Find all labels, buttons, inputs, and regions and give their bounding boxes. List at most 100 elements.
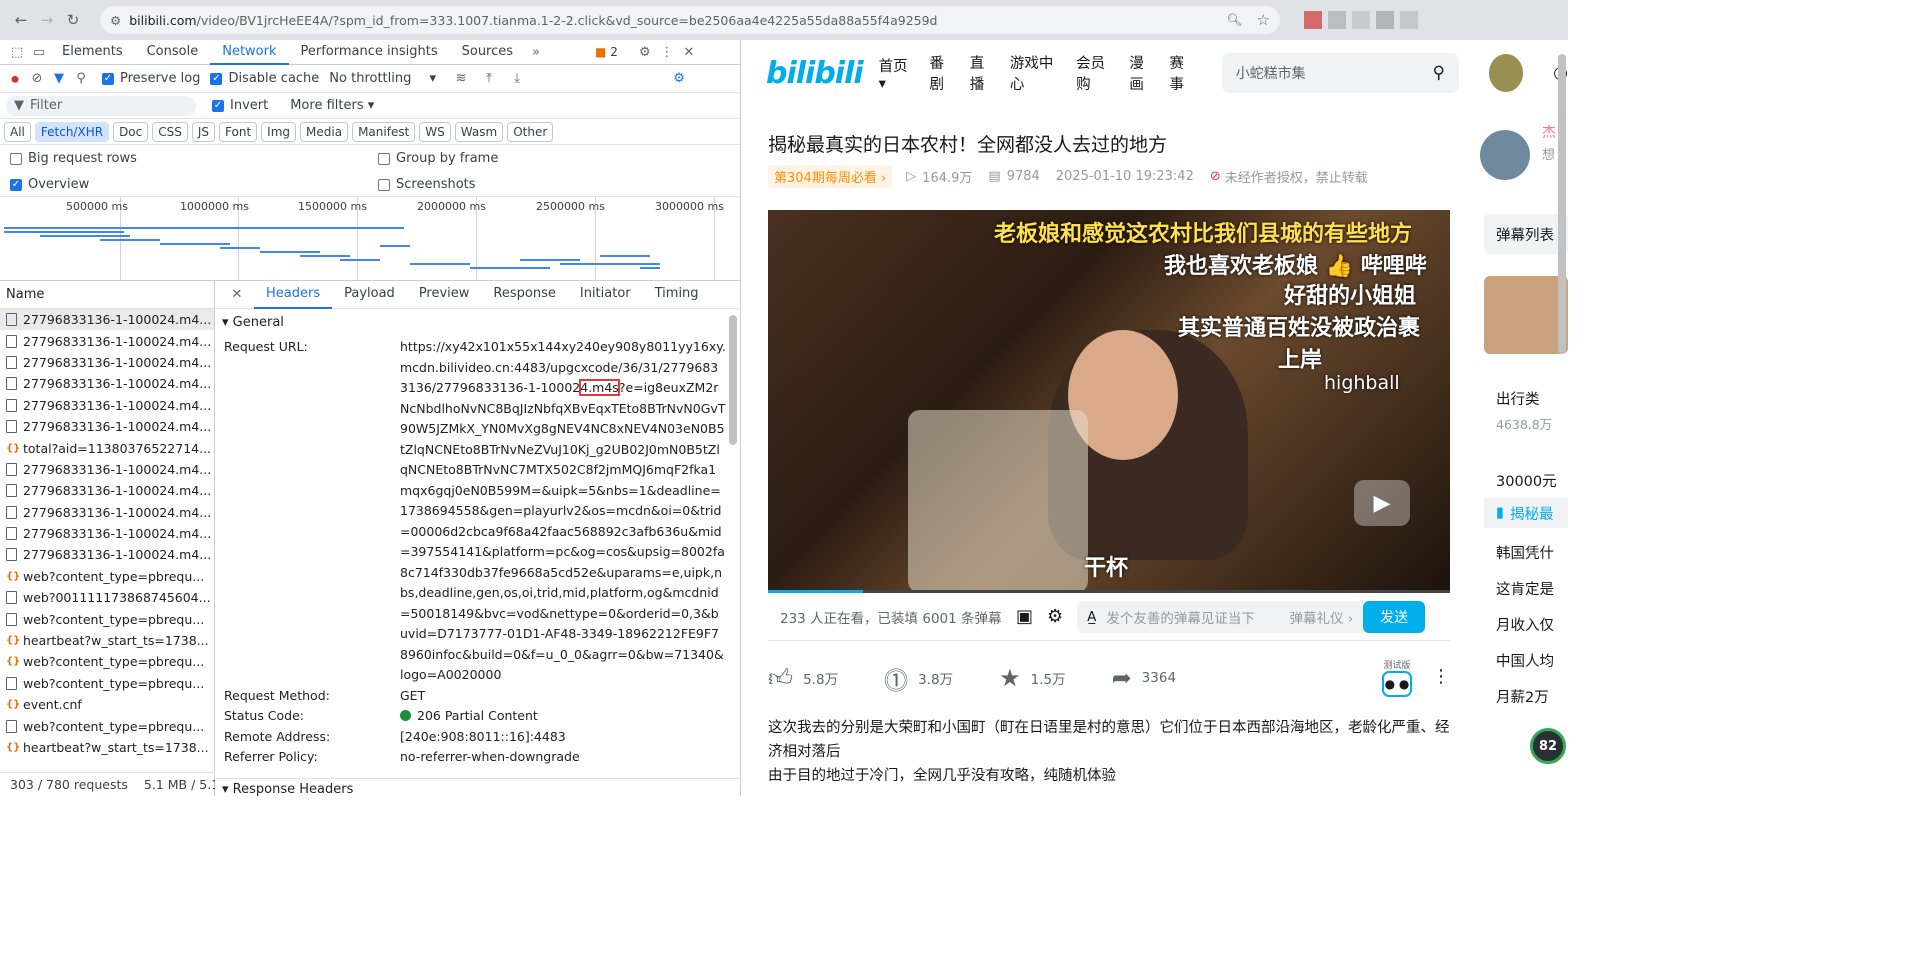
search-icon[interactable]: ⚲ bbox=[70, 68, 92, 90]
coin-button[interactable]: ⓵ 3.8万 bbox=[884, 661, 953, 696]
request-row[interactable]: {} web?content_type=pbrequ... bbox=[0, 651, 214, 672]
type-filter-all[interactable]: All bbox=[4, 121, 31, 142]
tab-network[interactable]: Network bbox=[210, 40, 289, 65]
tab-timing[interactable]: Timing bbox=[643, 282, 711, 307]
nav-home[interactable]: 首页 ▾ bbox=[879, 55, 916, 92]
network-conditions-icon[interactable]: ≋ bbox=[450, 68, 472, 90]
danmaku-input[interactable]: A̲ 发个友善的弹幕见证当下 弹幕礼仪 › bbox=[1077, 600, 1364, 633]
related-item[interactable]: 韩国凭什 bbox=[1496, 542, 1554, 563]
related-item[interactable]: 月收入仅 bbox=[1496, 614, 1554, 635]
reload-icon[interactable]: ↻ bbox=[60, 7, 86, 33]
extension-icon[interactable] bbox=[1304, 11, 1322, 29]
import-har-icon[interactable]: ⤒ bbox=[478, 68, 500, 90]
clear-icon[interactable]: ⊘ bbox=[26, 68, 48, 90]
search-input[interactable]: 小蛇糕市集 ⚲ bbox=[1221, 53, 1459, 93]
request-row[interactable]: {} heartbeat?w_start_ts=1738... bbox=[0, 630, 214, 651]
request-row[interactable]: 27796833136-1-100024.m4... bbox=[0, 330, 214, 351]
close-detail-icon[interactable]: ✕ bbox=[226, 284, 248, 306]
type-filter-css[interactable]: CSS bbox=[152, 121, 188, 142]
type-filter-doc[interactable]: Doc bbox=[113, 121, 149, 142]
record-stop-icon[interactable]: ⏺ bbox=[4, 68, 26, 90]
play-button-icon[interactable]: ▶ bbox=[1354, 480, 1410, 526]
type-filter-img[interactable]: Img bbox=[261, 121, 297, 142]
related-item[interactable]: 中国人均 bbox=[1496, 650, 1554, 671]
related-item[interactable]: 这肯定是 bbox=[1496, 578, 1554, 599]
zoom-icon[interactable]: 🔍︎ bbox=[1227, 12, 1243, 28]
request-row[interactable]: web?content_type=pbrequ... bbox=[0, 715, 214, 736]
address-bar[interactable]: ⚙ bilibili.com/video/BV1jrcHeEE4A/?spm_i… bbox=[100, 6, 1280, 34]
tab-response[interactable]: Response bbox=[481, 282, 567, 307]
danmaku-toggle-icon[interactable]: ▣ bbox=[1016, 606, 1033, 627]
request-row[interactable]: 27796833136-1-100024.m4... bbox=[0, 373, 214, 394]
site-info-icon[interactable]: ⚙ bbox=[110, 13, 121, 28]
nav-game-center[interactable]: 游戏中心 bbox=[1010, 52, 1062, 94]
request-row[interactable]: 27796833136-1-100024.m4... bbox=[0, 352, 214, 373]
type-filter-manifest[interactable]: Manifest bbox=[352, 121, 416, 142]
share-button[interactable]: ➦ 3364 bbox=[1112, 664, 1176, 692]
filter-input[interactable]: ▼ Filter bbox=[6, 95, 196, 116]
extension-icon[interactable] bbox=[1400, 11, 1418, 29]
big-request-rows-checkbox[interactable]: Big request rows bbox=[10, 151, 137, 166]
request-row[interactable]: web?001111173868745604... bbox=[0, 587, 214, 608]
close-devtools-icon[interactable]: ✕ bbox=[678, 41, 700, 63]
detail-scrollbar[interactable] bbox=[729, 315, 737, 445]
request-list-header[interactable]: Name bbox=[0, 281, 214, 309]
related-item[interactable]: 30000元 bbox=[1496, 470, 1557, 491]
related-item[interactable]: 月薪2万 bbox=[1496, 686, 1549, 707]
inspect-element-icon[interactable]: ⬚ bbox=[6, 41, 28, 63]
tab-elements[interactable]: Elements bbox=[50, 40, 135, 65]
favorite-button[interactable]: ★ 1.5万 bbox=[999, 664, 1066, 692]
nav-manga[interactable]: 漫画 bbox=[1129, 52, 1155, 94]
request-row[interactable]: 27796833136-1-100024.m4... bbox=[0, 309, 214, 331]
export-har-icon[interactable]: ⤓ bbox=[506, 68, 528, 90]
page-scrollbar[interactable] bbox=[1558, 54, 1566, 354]
type-filter-fetch-xhr[interactable]: Fetch/XHR bbox=[34, 121, 110, 142]
device-toolbar-icon[interactable]: ▭ bbox=[28, 41, 50, 63]
danmaku-settings-icon[interactable]: ⚙ bbox=[1047, 606, 1063, 627]
network-settings-icon[interactable]: ⚙ bbox=[668, 68, 690, 90]
request-row[interactable]: 27796833136-1-100024.m4... bbox=[0, 395, 214, 416]
request-row[interactable]: 27796833136-1-100024.m4... bbox=[0, 459, 214, 480]
type-filter-media[interactable]: Media bbox=[300, 121, 349, 142]
extension-icon[interactable] bbox=[1352, 11, 1370, 29]
overview-checkbox[interactable]: ✓ Overview bbox=[10, 177, 89, 192]
search-icon[interactable]: ⚲ bbox=[1432, 63, 1444, 83]
network-overview-timeline[interactable]: 500000 ms 1000000 ms 1500000 ms 2000000 … bbox=[0, 197, 740, 281]
nav-esports[interactable]: 赛事 bbox=[1170, 52, 1196, 94]
danmaku-etiquette-link[interactable]: 弹幕礼仪 › bbox=[1289, 607, 1353, 627]
invert-checkbox[interactable]: ✓ Invert bbox=[212, 98, 268, 113]
group-by-frame-checkbox[interactable]: Group by frame bbox=[378, 151, 498, 166]
author-avatar[interactable] bbox=[1480, 130, 1530, 180]
danmaku-style-icon[interactable]: A̲ bbox=[1087, 609, 1096, 625]
request-row[interactable]: {} web?content_type=pbrequ... bbox=[0, 566, 214, 587]
tab-headers[interactable]: Headers bbox=[254, 281, 333, 309]
ai-assistant-button[interactable]: 测试版 ● ● bbox=[1382, 658, 1412, 697]
back-icon[interactable]: ← bbox=[8, 7, 34, 33]
related-item-playing[interactable]: ▮ 揭秘最 bbox=[1484, 498, 1568, 528]
type-filter-other[interactable]: Other bbox=[507, 121, 554, 142]
extension-icon[interactable] bbox=[1376, 11, 1394, 29]
request-row[interactable]: {} event.cnf bbox=[0, 694, 214, 715]
tab-console[interactable]: Console bbox=[135, 40, 211, 65]
preserve-log-checkbox[interactable]: ✓ Preserve log bbox=[102, 71, 200, 86]
more-options-icon[interactable]: ⋮ bbox=[656, 41, 678, 63]
tab-sources[interactable]: Sources bbox=[450, 40, 525, 65]
nav-mall[interactable]: 会员购 bbox=[1076, 52, 1115, 94]
bilibili-logo[interactable]: bilibili bbox=[766, 56, 864, 91]
tab-payload[interactable]: Payload bbox=[332, 282, 407, 307]
type-filter-font[interactable]: Font bbox=[219, 121, 258, 142]
disable-cache-checkbox[interactable]: ✓ Disable cache bbox=[210, 71, 319, 86]
video-player[interactable]: 老板娘和感觉这农村比我们县城的有些地方 我也喜欢老板娘 👍 哔哩哔 好甜的小姐姐… bbox=[768, 210, 1450, 593]
author-name[interactable]: 杰 bbox=[1542, 122, 1556, 142]
request-row[interactable]: 27796833136-1-100024.m4... bbox=[0, 502, 214, 523]
request-url-value[interactable]: https://xy42x101x55x144xy240ey908y8011yy… bbox=[400, 337, 726, 686]
tab-initiator[interactable]: Initiator bbox=[568, 282, 643, 307]
request-row[interactable]: {} total?aid=11380376522714... bbox=[0, 437, 214, 458]
more-filters-dropdown[interactable]: More filters ▾ bbox=[290, 98, 374, 113]
like-button[interactable]: 👍︎ 5.8万 bbox=[768, 664, 838, 693]
issues-badge[interactable]: ■ 2 bbox=[595, 45, 618, 59]
danmaku-list-toggle[interactable]: 弹幕列表 bbox=[1484, 214, 1568, 254]
type-filter-ws[interactable]: WS bbox=[419, 121, 451, 142]
nav-live[interactable]: 直播 bbox=[970, 52, 996, 94]
nav-anime[interactable]: 番剧 bbox=[930, 52, 956, 94]
